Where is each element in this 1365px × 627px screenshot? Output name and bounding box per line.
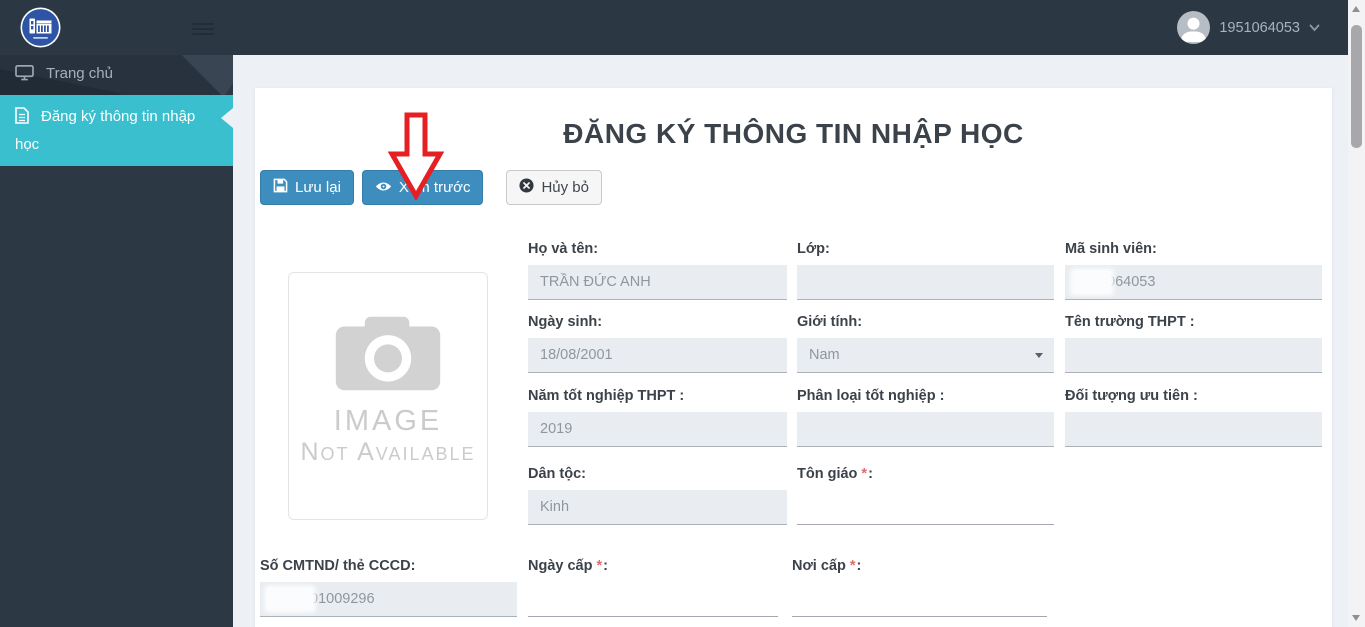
field-dan-toc: Dân tộc: Kinh (528, 466, 787, 525)
field-label: Nơi cấp *: (792, 558, 862, 574)
dan-toc-input[interactable]: Kinh (528, 490, 787, 525)
ton-giao-input[interactable] (797, 490, 1054, 525)
redaction-blur (1073, 271, 1111, 293)
cancel-button[interactable]: Hủy bỏ (506, 170, 602, 205)
save-button[interactable]: Lưu lại (260, 170, 354, 205)
main-content: ĐĂNG KÝ THÔNG TIN NHẬP HỌC Lưu lại Xem t… (233, 55, 1348, 627)
noi-cap-input[interactable] (792, 582, 1047, 617)
ho-va-ten-input[interactable]: TRẦN ĐỨC ANH (528, 265, 787, 300)
field-lop: Lớp: (797, 241, 1054, 300)
user-menu[interactable]: 1951064053 (1177, 10, 1320, 45)
so-cmtnd-input[interactable]: 01009296 (260, 582, 517, 617)
nam-tot-nghiep-input[interactable]: 2019 (528, 412, 787, 447)
user-id-label: 1951064053 (1219, 19, 1300, 36)
field-noi-cap: Nơi cấp *: (792, 558, 1047, 617)
document-icon (15, 107, 29, 132)
cancel-label: Hủy bỏ (541, 179, 589, 196)
field-so-cmtnd: Số CMTND/ thẻ CCCD: 01009296 (260, 558, 517, 617)
field-label: Tên trường THPT : (1065, 314, 1195, 330)
field-label: Dân tộc: (528, 466, 586, 482)
field-label: Họ và tên: (528, 241, 599, 257)
field-label: Giới tính: (797, 314, 863, 330)
circle-x-icon (519, 178, 534, 197)
field-phan-loai-tot-nghiep: Phân loại tốt nghiệp : (797, 388, 1054, 447)
field-nam-tot-nghiep: Năm tốt nghiệp THPT : 2019 (528, 388, 787, 447)
field-ngay-cap: Ngày cấp *: (528, 558, 778, 617)
sidebar-item-home[interactable]: Trang chủ (0, 55, 233, 95)
lop-input[interactable] (797, 265, 1054, 300)
caret-down-icon (1035, 353, 1043, 358)
doi-tuong-uu-tien-input[interactable] (1065, 412, 1322, 447)
enrollment-card: ĐĂNG KÝ THÔNG TIN NHẬP HỌC Lưu lại Xem t… (255, 88, 1332, 627)
ngay-cap-input[interactable] (528, 582, 778, 617)
ten-truong-thpt-input[interactable] (1065, 338, 1322, 373)
gioi-tinh-select[interactable]: Nam (797, 338, 1054, 373)
photo-text-line1: IMAGE (333, 405, 443, 437)
field-label: Ngày cấp *: (528, 558, 608, 574)
desktop-icon (15, 64, 34, 89)
field-doi-tuong-uu-tien: Đối tượng ưu tiên : (1065, 388, 1322, 447)
save-label: Lưu lại (295, 179, 341, 196)
field-label: Tôn giáo *: (797, 466, 873, 482)
sidebar-item-label: Trang chủ (46, 65, 113, 82)
sidebar-item-label: Đăng ký thông tin nhập học (15, 108, 196, 153)
field-label: Mã sinh viên: (1065, 241, 1157, 257)
field-ngay-sinh: Ngày sinh: 18/08/2001 (528, 314, 787, 373)
scroll-up-icon[interactable] (1352, 6, 1360, 12)
photo-text-line2: Not Available (300, 438, 476, 466)
camera-icon (335, 316, 441, 391)
top-navbar: 1951064053 (0, 0, 1348, 55)
app: 1951064053 Trang chủ Đăng ký thông tin n… (0, 0, 1365, 627)
scrollbar-thumb[interactable] (1351, 25, 1362, 148)
required-asterisk: * (861, 466, 868, 482)
field-label: Phân loại tốt nghiệp : (797, 388, 945, 404)
avatar (1177, 11, 1211, 44)
scroll-down-icon[interactable] (1352, 615, 1360, 621)
sidebar: Trang chủ Đăng ký thông tin nhập học (0, 55, 233, 627)
red-arrow-annotation-icon (388, 112, 444, 200)
chevron-down-icon (1309, 24, 1320, 32)
vertical-scrollbar[interactable] (1348, 0, 1365, 627)
field-label: Lớp: (797, 241, 830, 257)
field-ma-sinh-vien: Mã sinh viên: 064053 (1065, 241, 1322, 300)
required-asterisk: * (596, 558, 603, 574)
field-label: Năm tốt nghiệp THPT : (528, 388, 685, 404)
redaction-blur (267, 588, 313, 610)
menu-toggle-icon[interactable] (192, 20, 214, 38)
required-asterisk: * (849, 558, 856, 574)
field-label: Đối tượng ưu tiên : (1065, 388, 1198, 404)
field-ho-va-ten: Họ và tên: TRẦN ĐỨC ANH (528, 241, 787, 300)
ma-sinh-vien-input[interactable]: 064053 (1065, 265, 1322, 300)
floppy-disk-icon (273, 178, 288, 197)
university-logo[interactable] (20, 7, 61, 48)
field-gioi-tinh: Giới tính: Nam (797, 314, 1054, 373)
field-label: Số CMTND/ thẻ CCCD: (260, 558, 416, 574)
field-label: Ngày sinh: (528, 314, 603, 330)
photo-placeholder: IMAGE Not Available (288, 272, 488, 520)
field-ton-giao: Tôn giáo *: (797, 466, 1054, 525)
sidebar-item-enrollment[interactable]: Đăng ký thông tin nhập học (0, 95, 233, 166)
phan-loai-tot-nghiep-input[interactable] (797, 412, 1054, 447)
field-ten-truong-thpt: Tên trường THPT : (1065, 314, 1322, 373)
ngay-sinh-input[interactable]: 18/08/2001 (528, 338, 787, 373)
